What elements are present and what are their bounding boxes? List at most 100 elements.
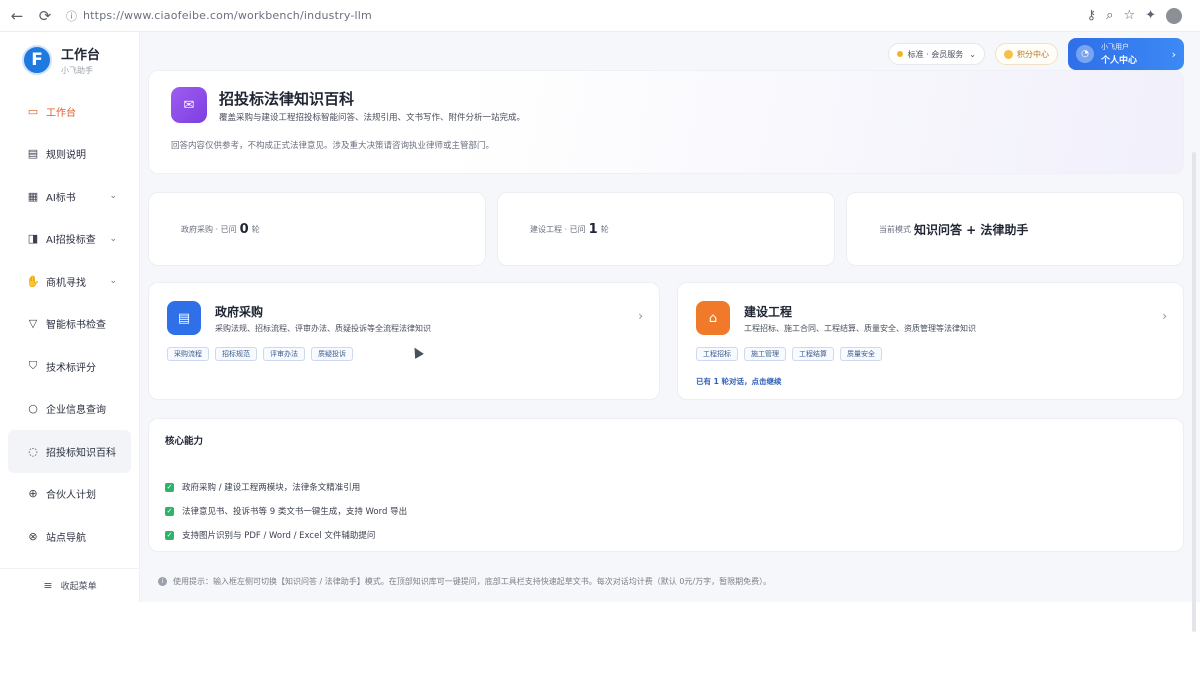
bookmark-star-icon[interactable]: ☆ bbox=[1123, 8, 1135, 23]
points-center-label: 积分中心 bbox=[1017, 49, 1049, 59]
site-info-icon[interactable]: ⓘ bbox=[66, 8, 77, 24]
tag-list: 工程招标 施工管理 工程结算 质量安全 bbox=[696, 347, 882, 361]
search-panel-icon: ◨ bbox=[27, 232, 39, 246]
user-menu[interactable]: ◔ 小飞用户 个人中心 › bbox=[1068, 38, 1184, 70]
capability-text: 政府采购 / 建设工程两模块，法律条文精准引用 bbox=[182, 483, 361, 493]
info-icon: i bbox=[158, 577, 167, 586]
sidebar-item-site-nav[interactable]: ⊗ 站点导航 bbox=[0, 515, 139, 558]
reload-icon[interactable]: ⟳ bbox=[34, 5, 56, 27]
list-item: ✓ 支持图片识别与 PDF / Word / Excel 文件辅助提问 bbox=[165, 523, 407, 547]
core-capabilities: 核心能力 ✓ 政府采购 / 建设工程两模块，法律条文精准引用 ✓ 法律意见书、投… bbox=[148, 418, 1184, 552]
membership-selector[interactable]: 标准 · 会员服务 ⌄ bbox=[887, 43, 985, 65]
sidebar-item-opportunity[interactable]: ✋ 商机寻找 ⌄ bbox=[0, 260, 139, 303]
partner-icon: ⊕ bbox=[28, 487, 38, 501]
app-title: 工作台 bbox=[61, 48, 101, 63]
tag[interactable]: 质量安全 bbox=[840, 347, 882, 361]
back-icon[interactable]: ← bbox=[6, 5, 28, 27]
page-scrollbar[interactable] bbox=[1192, 152, 1196, 632]
sidebar-item-ai-search[interactable]: ◨ AI招投标查 ⌄ bbox=[0, 218, 139, 261]
sidebar-item-label: 企业信息查询 bbox=[46, 405, 106, 417]
tag[interactable]: 评审办法 bbox=[263, 347, 305, 361]
stat-card-mode: 当前模式 知识问答 + 法律助手 bbox=[846, 192, 1184, 266]
key-icon[interactable]: ⚷ bbox=[1087, 8, 1097, 23]
tag[interactable]: 工程招标 bbox=[696, 347, 738, 361]
check-icon: ✓ bbox=[165, 506, 174, 516]
sidebar: F 工作台 小飞助手 ▭ 工作台 ▤ 规则说明 ▦ AI标书 ⌄ ◨ AI招投标… bbox=[0, 32, 140, 602]
stat-prefix: 当前模式 bbox=[879, 224, 911, 234]
hero-banner: ✉ 招投标法律知识百科 覆盖采购与建设工程招投标智能问答、法规引用、文书写作、附… bbox=[148, 70, 1184, 174]
profile-avatar[interactable] bbox=[1166, 7, 1182, 24]
sidebar-item-partner[interactable]: ⊕ 合伙人计划 bbox=[0, 473, 139, 516]
tag[interactable]: 施工管理 bbox=[744, 347, 786, 361]
check-icon: ✓ bbox=[165, 482, 174, 492]
user-avatar-icon: ◔ bbox=[1076, 45, 1094, 63]
category-title: 政府采购 bbox=[215, 305, 264, 319]
capability-text: 支持图片识别与 PDF / Word / Excel 文件辅助提问 bbox=[182, 531, 376, 541]
address-bar[interactable]: ⓘ https://www.ciaofeibe.com/workbench/in… bbox=[66, 5, 1056, 27]
category-card-construction[interactable]: ⌂ 建设工程 工程招标、施工合同、工程结算、质量安全、资质管理等法律知识 › 工… bbox=[677, 282, 1184, 400]
sidebar-item-label: 招投标知识百科 bbox=[46, 447, 116, 459]
chevron-down-icon: ⌄ bbox=[969, 49, 976, 59]
sidebar-item-knowledge[interactable]: ◌ 招投标知识百科 bbox=[8, 430, 131, 473]
app-frame: F 工作台 小飞助手 ▭ 工作台 ▤ 规则说明 ▦ AI标书 ⌄ ◨ AI招投标… bbox=[0, 32, 1200, 632]
section-title: 核心能力 bbox=[165, 436, 204, 447]
category-description: 工程招标、施工合同、工程结算、质量安全、资质管理等法律知识 bbox=[744, 324, 976, 333]
stat-value: 0 bbox=[239, 221, 249, 237]
sidebar-item-ai-bid[interactable]: ▦ AI标书 ⌄ bbox=[0, 175, 139, 218]
tag[interactable]: 采购流程 bbox=[167, 347, 209, 361]
chevron-right-icon: › bbox=[1171, 47, 1176, 61]
filter-icon: ▽ bbox=[28, 317, 38, 331]
sidebar-item-rules[interactable]: ▤ 规则说明 bbox=[0, 133, 139, 176]
brand[interactable]: F 工作台 小飞助手 bbox=[0, 32, 139, 80]
sidebar-item-bid-check[interactable]: ▽ 智能标书检查 bbox=[0, 303, 139, 346]
hand-icon: ✋ bbox=[26, 274, 40, 288]
chat-icon: ◌ bbox=[28, 444, 38, 458]
category-title: 建设工程 bbox=[744, 305, 793, 319]
shield-icon: ⛉ bbox=[28, 359, 38, 373]
check-icon: ✓ bbox=[165, 530, 174, 540]
url-text[interactable]: https://www.ciaofeibe.com/workbench/indu… bbox=[83, 9, 372, 22]
list-item: ✓ 法律意见书、投诉书等 9 类文书一键生成，支持 Word 导出 bbox=[165, 499, 407, 523]
stat-card-construction: 建设工程 · 已问 1 轮 bbox=[497, 192, 835, 266]
sidebar-item-label: 规则说明 bbox=[46, 150, 86, 162]
sidebar-item-company-query[interactable]: ○ 企业信息查询 bbox=[0, 388, 139, 431]
stat-prefix: 政府采购 · 已问 bbox=[181, 224, 237, 234]
app-subtitle: 小飞助手 bbox=[61, 66, 93, 75]
tag[interactable]: 工程结算 bbox=[792, 347, 834, 361]
sidebar-item-workbench[interactable]: ▭ 工作台 bbox=[0, 90, 139, 133]
sidebar-item-label: 商机寻找 bbox=[46, 277, 86, 289]
stat-card-gov: 政府采购 · 已问 0 轮 bbox=[148, 192, 486, 266]
coin-icon bbox=[1004, 49, 1013, 59]
user-name: 小飞用户 bbox=[1101, 43, 1129, 51]
tip-text: 使用提示：输入框左侧可切换【知识问答 / 法律助手】模式。在顶部知识库可一键提问… bbox=[173, 577, 772, 586]
collapse-menu-button[interactable]: ≡ 收起菜单 bbox=[0, 568, 140, 602]
search-icon: ○ bbox=[28, 402, 38, 416]
stat-suffix: 轮 bbox=[600, 224, 609, 234]
sidebar-item-label: 站点导航 bbox=[46, 532, 86, 544]
disclaimer-note: 回答内容仅供参考，不构成正式法律意见。涉及重大决策请咨询执业律师或主管部门。 bbox=[171, 141, 495, 151]
zoom-icon[interactable]: ⌕ bbox=[1106, 8, 1113, 23]
browser-toolbar: ← ⟳ ⓘ https://www.ciaofeibe.com/workbenc… bbox=[0, 0, 1200, 32]
logo-icon: F bbox=[22, 45, 52, 75]
grid-icon: ▦ bbox=[27, 189, 39, 203]
tag-list: 采购流程 招标规范 评审办法 质疑投诉 bbox=[167, 347, 353, 361]
membership-label: 标准 · 会员服务 bbox=[907, 49, 964, 59]
chevron-down-icon: ⌄ bbox=[109, 191, 117, 202]
monitor-icon: ▭ bbox=[27, 104, 39, 118]
category-card-gov[interactable]: ▤ 政府采购 采购法规、招标流程、评审办法、质疑投诉等全流程法律知识 › 采购流… bbox=[148, 282, 660, 400]
stat-suffix: 轮 bbox=[251, 224, 260, 234]
chevron-right-icon: › bbox=[1162, 309, 1167, 323]
stat-prefix: 建设工程 · 已问 bbox=[530, 224, 586, 234]
tag[interactable]: 质疑投诉 bbox=[311, 347, 353, 361]
points-center-button[interactable]: 积分中心 bbox=[995, 43, 1058, 65]
chevron-down-icon: ⌄ bbox=[109, 233, 117, 244]
chat-bubble-icon: ✉ bbox=[171, 87, 207, 123]
tag[interactable]: 招标规范 bbox=[215, 347, 257, 361]
page-title: 招投标法律知识百科 bbox=[219, 90, 355, 108]
continue-chat-link[interactable]: 已有 1 轮对话，点击继续 bbox=[696, 376, 781, 387]
extensions-icon[interactable]: ✦ bbox=[1145, 8, 1156, 23]
usage-tip: i 使用提示：输入框左侧可切换【知识问答 / 法律助手】模式。在顶部知识库可一键… bbox=[158, 576, 771, 587]
stat-value: 知识问答 + 法律助手 bbox=[914, 222, 1029, 237]
sidebar-item-label: 智能标书检查 bbox=[46, 320, 106, 332]
sidebar-item-tech-score[interactable]: ⛉ 技术标评分 bbox=[0, 345, 139, 388]
